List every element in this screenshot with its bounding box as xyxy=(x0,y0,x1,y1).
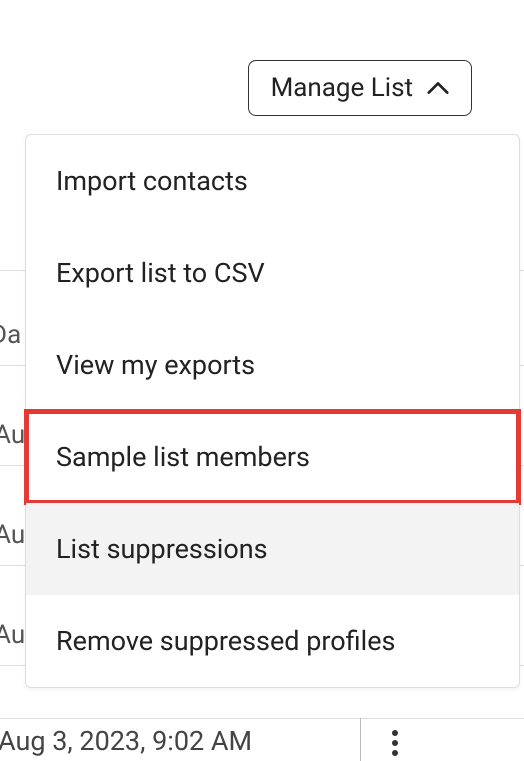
dropdown-item-remove-suppressed-profiles[interactable]: Remove suppressed profiles xyxy=(26,595,519,687)
more-vertical-icon[interactable] xyxy=(392,730,398,756)
manage-list-dropdown: Import contacts Export list to CSV View … xyxy=(25,134,520,688)
table-row-fragment: Au xyxy=(0,620,25,650)
table-cell-divider xyxy=(360,718,361,761)
table-row: Aug 3, 2023, 9:02 AM xyxy=(0,725,524,757)
dropdown-item-sample-list-members[interactable]: Sample list members xyxy=(26,411,519,503)
dropdown-item-label: Sample list members xyxy=(56,441,310,473)
manage-list-button-label: Manage List xyxy=(271,73,413,103)
dropdown-item-view-exports[interactable]: View my exports xyxy=(26,319,519,411)
chevron-up-icon xyxy=(427,81,449,95)
dropdown-item-label: Remove suppressed profiles xyxy=(56,625,395,657)
dropdown-item-import-contacts[interactable]: Import contacts xyxy=(26,135,519,227)
dropdown-item-label: Import contacts xyxy=(56,165,248,197)
table-cell-date: Aug 3, 2023, 9:02 AM xyxy=(0,725,252,757)
dropdown-item-label: View my exports xyxy=(56,349,255,381)
manage-list-button[interactable]: Manage List xyxy=(248,60,472,116)
table-row-border xyxy=(0,718,524,719)
table-row-fragment: Au xyxy=(0,420,25,450)
dropdown-item-label: List suppressions xyxy=(56,533,268,565)
dropdown-item-list-suppressions[interactable]: List suppressions xyxy=(26,503,519,595)
table-header-date-fragment: Da xyxy=(0,320,21,350)
table-row-fragment: Au xyxy=(0,520,25,550)
dropdown-item-label: Export list to CSV xyxy=(56,257,265,289)
dropdown-item-export-csv[interactable]: Export list to CSV xyxy=(26,227,519,319)
